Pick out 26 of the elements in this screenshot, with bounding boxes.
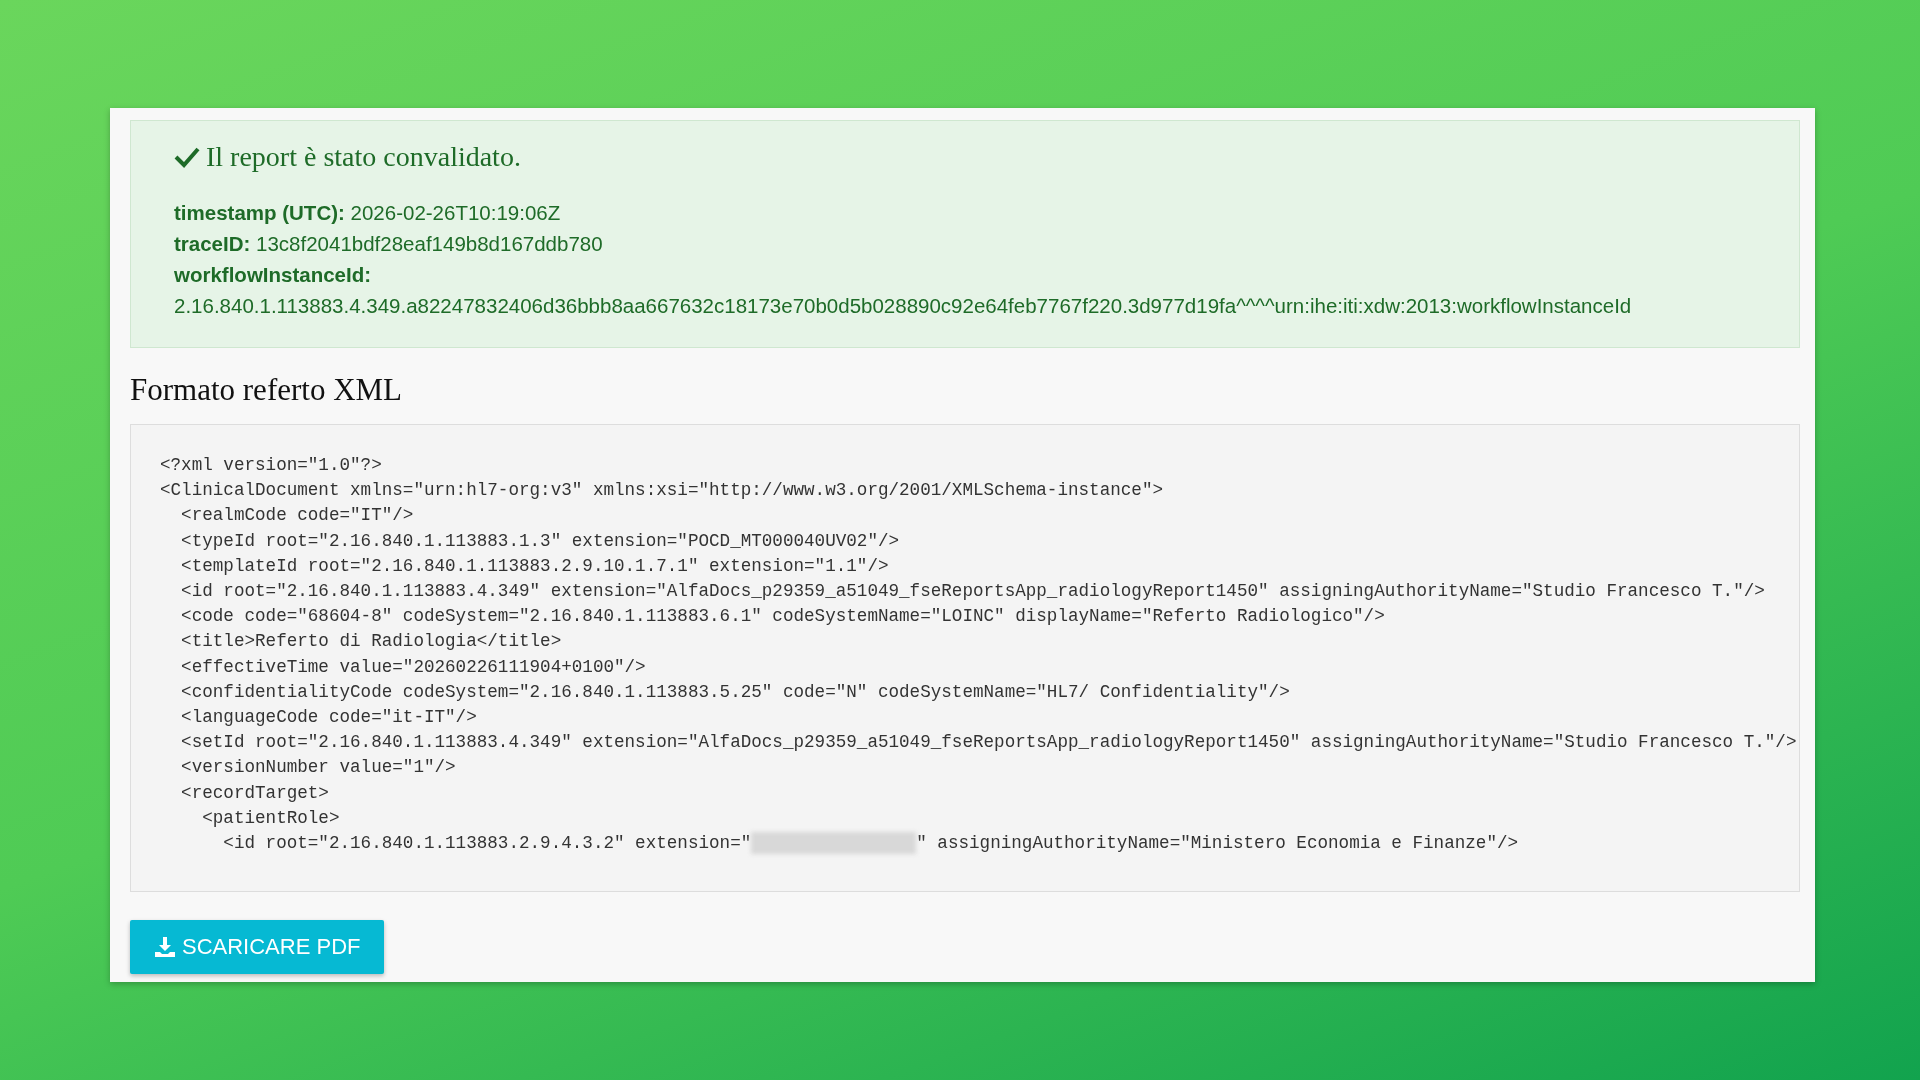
code-line: <confidentialityCode codeSystem="2.16.840.1.113883.5.25" code="N" codeSystemName="HL7/ Confidentiality"/> bbox=[180, 680, 1290, 704]
alert-field: timestamp (UTC): 2026-02-26T10:19:06Z bbox=[174, 197, 1754, 228]
code-line: <languageCode code="it-IT"/> bbox=[180, 706, 477, 730]
checkmark-icon bbox=[174, 146, 200, 168]
field-value: 2.16.840.1.113883.4.349.a82247832406d36bbb8aa667632c18173e70b0d5b028890c92e64feb7767f220.3d977d19fa^^^^urn:ihe:iti:xdw:2013:workflowInstanceId bbox=[174, 293, 1633, 319]
section-title: Formato referto XML bbox=[130, 372, 404, 408]
code-line: <typeId root="2.16.840.1.113883.1.3" extension="POCD_MT000040UV02"/> bbox=[180, 529, 900, 553]
code-line: <setId root="2.16.840.1.113883.4.349" extension="AlfaDocs_p29359_a51049_fseReportsApp_radiologyReport1450" assigningAuthorityName="Studio Francesco T."/> bbox=[180, 731, 1797, 755]
code-line: <ClinicalDocument xmlns="urn:hl7-org:v3" xmlns:xsi="http://www.w3.org/2001/XMLSchema-instance"> bbox=[160, 479, 1163, 503]
code-line: <versionNumber value="1"/> bbox=[180, 756, 456, 780]
alert-title: Il report è stato convalidato. bbox=[206, 141, 521, 173]
code-line: <id root="2.16.840.1.113883.4.349" extension="AlfaDocs_p29359_a51049_fseReportsApp_radiologyReport1450" assigningAuthorityName="Studio Francesco T."/> bbox=[180, 580, 1765, 603]
code-line: <realmCode code="IT"/> bbox=[180, 504, 414, 528]
code-line: <id root="2.16.840.1.113883.2.9.4.3.2" extension=" bbox=[222, 833, 752, 854]
code-line: <recordTarget> bbox=[180, 781, 329, 805]
alert-field: traceID: 13c8f2041bdf28eaf149b8d167ddb780 bbox=[174, 228, 1754, 259]
code-line: <effectiveTime value="20260226111904+0100"/> bbox=[180, 655, 646, 679]
code-line: <templateId root="2.16.840.1.113883.2.9.10.1.7.1" extension="1.1"/> bbox=[180, 554, 889, 578]
code-line: <code code="68604-8" codeSystem="2.16.840.1.113883.6.1" codeSystemName="LOINC" displayName="Referto Radiologico"/> bbox=[180, 605, 1385, 629]
download-icon bbox=[154, 936, 176, 958]
code-line: <title>Referto di Radiologia</title> bbox=[180, 630, 562, 654]
field-label: workflowInstanceId: bbox=[174, 262, 373, 288]
code-line: <patientRole> bbox=[201, 806, 340, 830]
code-line: <?xml version="1.0"?> bbox=[160, 454, 382, 477]
download-button[interactable]: SCARICARE PDF bbox=[130, 920, 385, 974]
code-line: " assigningAuthorityName="Ministero Economia e Finanze"/> bbox=[916, 833, 1519, 854]
